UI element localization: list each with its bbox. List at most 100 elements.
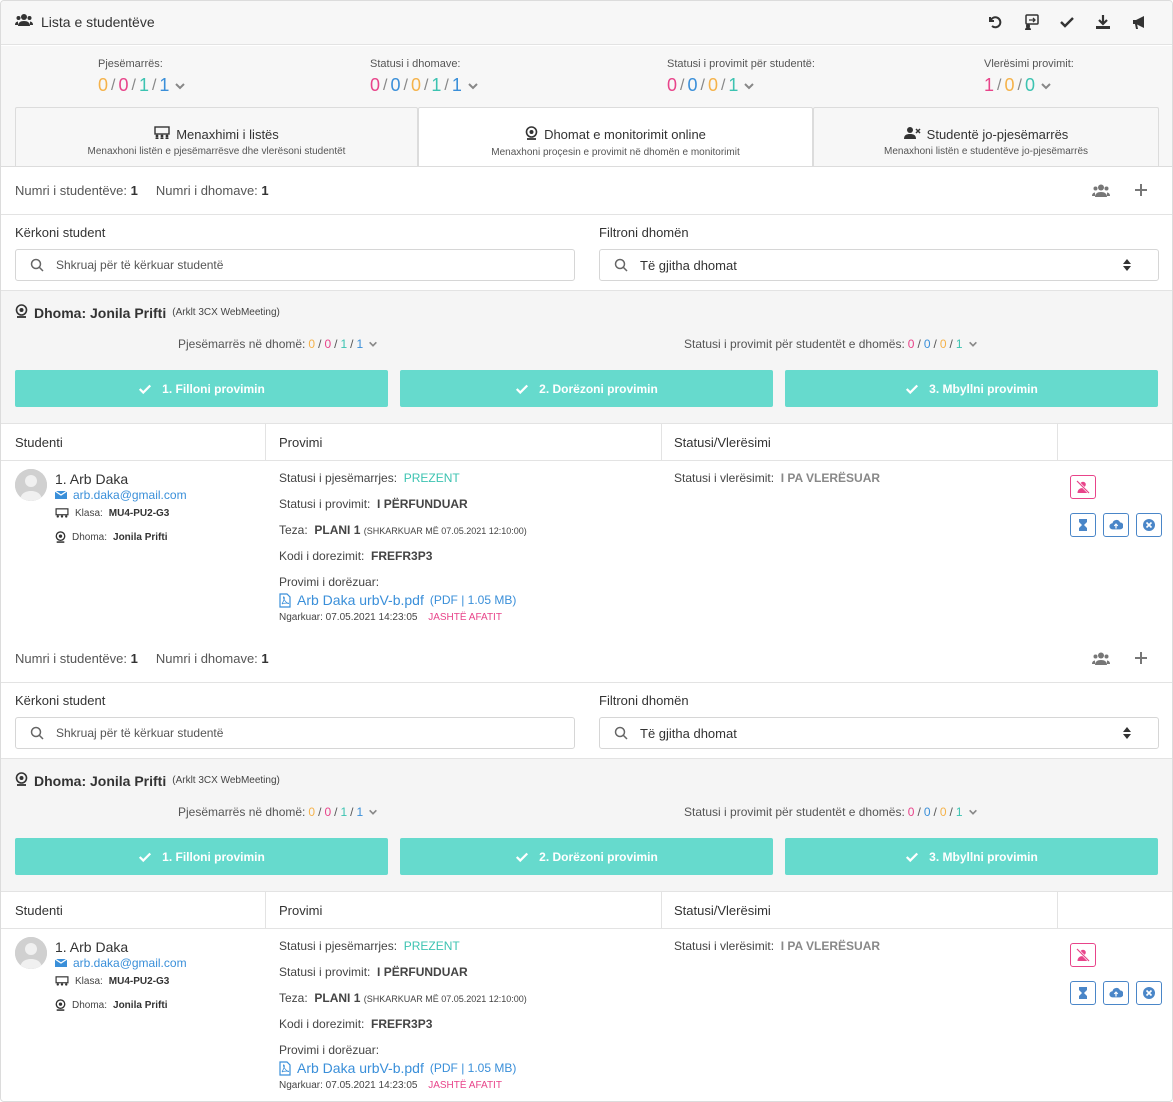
mail-icon [55,958,67,967]
check-icon[interactable] [1056,11,1078,33]
student-email[interactable]: arb.daka@gmail.com [55,956,187,970]
stat-values[interactable]: 0/0/0/1/1 [370,75,479,96]
transfer-icon[interactable] [1020,11,1042,33]
chevron-down-icon [1041,82,1051,89]
tab-list-management[interactable]: Menaxhimi i listës Menaxhoni listën e pj… [15,107,418,167]
search-input[interactable] [56,258,506,272]
submitted-file[interactable]: Arb Daka urbV-b.pdf (PDF | 1.05 MB) [279,1060,516,1076]
stat-values[interactable]: 1/0/0 [984,75,1074,96]
count-value: 1 [356,337,364,351]
value-separator: / [700,76,705,94]
room-participants[interactable]: Pjesëmarrës në dhomë: 0/0/1/1 [178,337,378,351]
stat-room-status: Statusi i dhomave: 0/0/0/1/1 [370,58,479,96]
stat-values[interactable]: 0/0/0/1 [667,75,815,96]
button-label: 1. Filloni provimin [162,849,265,864]
exam-status: Statusi i provimit: I PËRFUNDUAR [279,965,468,979]
group-icon[interactable] [1092,181,1110,199]
check-icon [516,384,529,394]
attendance-status: Statusi i pjesëmarrjes: PREZENT [279,939,460,953]
remove-button[interactable] [1136,513,1162,537]
count-value: 1 [984,75,995,95]
room-exam-status[interactable]: Statusi i provimit për studentët e dhomë… [684,337,978,351]
room-value: Jonila Prifti [113,531,168,543]
megaphone-icon[interactable] [1128,11,1150,33]
value-separator: / [423,76,429,94]
count-value: 1 [728,75,739,95]
upload-button[interactable] [1103,981,1129,1005]
sort-arrows-icon [1123,727,1131,739]
student-name[interactable]: 1. Arb Daka [55,471,128,487]
submit-exam-button[interactable]: 2. Dorëzoni provimin [400,838,773,875]
add-icon[interactable] [1132,181,1150,199]
search-field[interactable] [15,249,575,281]
room-participants[interactable]: Pjesëmarrës në dhomë: 0/0/1/1 [178,805,378,819]
tab-non-participants[interactable]: Studentë jo-pjesëmarrës Menaxhoni listën… [813,107,1159,167]
room-filter-select[interactable]: Të gjitha dhomat [599,717,1159,749]
email-text: arb.daka@gmail.com [73,956,187,970]
room-filter-select[interactable]: Të gjitha dhomat [599,249,1159,281]
room-section: Numri i studentëve: 1 Numri i dhomave: 1… [1,167,1172,637]
tab-online-monitoring[interactable]: Dhomat e monitorimit online Menaxhoni pr… [418,107,813,168]
close-exam-button[interactable]: 3. Mbyllni provimin [785,838,1158,875]
room-meeting: (Arklt 3CX WebMeeting) [172,307,280,318]
count-value: 0 [324,805,332,819]
stat-values[interactable]: 0/0/1/1 [98,75,186,96]
submitted-file[interactable]: Arb Daka urbV-b.pdf (PDF | 1.05 MB) [279,592,516,608]
submitted-label: Provimi i dorëzuar: [279,575,380,589]
search-label: Kërkoni student [15,225,106,240]
start-exam-button[interactable]: 1. Filloni provimin [15,370,388,407]
close-exam-button[interactable]: 3. Mbyllni provimin [785,370,1158,407]
thesis-value: PLANI 1 [314,523,361,537]
extend-time-button[interactable] [1070,513,1096,537]
grade-label: Statusi i vlerësimit: [674,471,775,485]
filter-label: Filtroni dhomën [599,693,689,708]
upload-button[interactable] [1103,513,1129,537]
counts: Numri i studentëve: 1 Numri i dhomave: 1 [15,651,269,666]
thesis-value: PLANI 1 [314,991,361,1005]
file-name[interactable]: Arb Daka urbV-b.pdf [297,592,424,608]
submission-code: Kodi i dorezimit: FREFR3P3 [279,1017,432,1031]
late-badge: JASHTË AFATIT [428,1080,502,1091]
count-value: 1 [955,337,963,351]
tab-subtitle: Menaxhoni listën e pjesëmarrësve dhe vle… [87,146,346,157]
mark-absent-button[interactable] [1070,475,1096,499]
cloud-upload-icon [1109,987,1123,998]
classroom-icon [55,508,69,518]
table-header: Studenti Provimi Statusi/Vlerësimi [1,892,1172,929]
exam-status: Statusi i provimit: I PËRFUNDUAR [279,497,468,511]
search-input[interactable] [56,726,506,740]
search-field[interactable] [15,717,575,749]
count-value: 1 [356,805,364,819]
class-label: Klasa: [75,976,103,987]
undo-icon[interactable] [984,11,1006,33]
count-rooms-label: Numri i dhomave: [155,183,258,198]
stat-label: Statusi i provimit për studentë: [667,58,815,70]
remove-button[interactable] [1136,981,1162,1005]
room-title: Dhoma: Jonila Prifti (Arklt 3CX WebMeeti… [15,304,280,321]
student-name[interactable]: 1. Arb Daka [55,939,128,955]
count-value: 1 [340,805,348,819]
room-panel: Dhoma: Jonila Prifti (Arklt 3CX WebMeeti… [1,291,1172,424]
value-separator: / [949,805,953,819]
group-icon[interactable] [1092,649,1110,667]
file-name[interactable]: Arb Daka urbV-b.pdf [297,1060,424,1076]
count-value: 0 [687,75,698,95]
chevron-down-icon [468,82,478,89]
mark-absent-button[interactable] [1070,943,1096,967]
stat-exam-grade: Vlerësimi provimit: 1/0/0 [984,58,1074,96]
button-label: 3. Mbyllni provimin [929,849,1038,864]
submit-exam-button[interactable]: 2. Dorëzoni provimin [400,370,773,407]
room-exam-status[interactable]: Statusi i provimit për studentët e dhomë… [684,805,978,819]
start-exam-button[interactable]: 1. Filloni provimin [15,838,388,875]
value-separator: / [997,76,1002,94]
add-icon[interactable] [1132,649,1150,667]
value-separator: / [720,76,726,94]
student-room: Dhoma: Jonila Prifti [55,999,167,1011]
download-icon[interactable] [1092,11,1114,33]
check-icon [139,384,152,394]
student-email[interactable]: arb.daka@gmail.com [55,488,187,502]
extend-time-button[interactable] [1070,981,1096,1005]
user-x-icon [903,126,921,142]
exam-status-value: I PËRFUNDUAR [377,965,468,979]
attendance-label: Statusi i pjesëmarrjes: [279,939,398,953]
